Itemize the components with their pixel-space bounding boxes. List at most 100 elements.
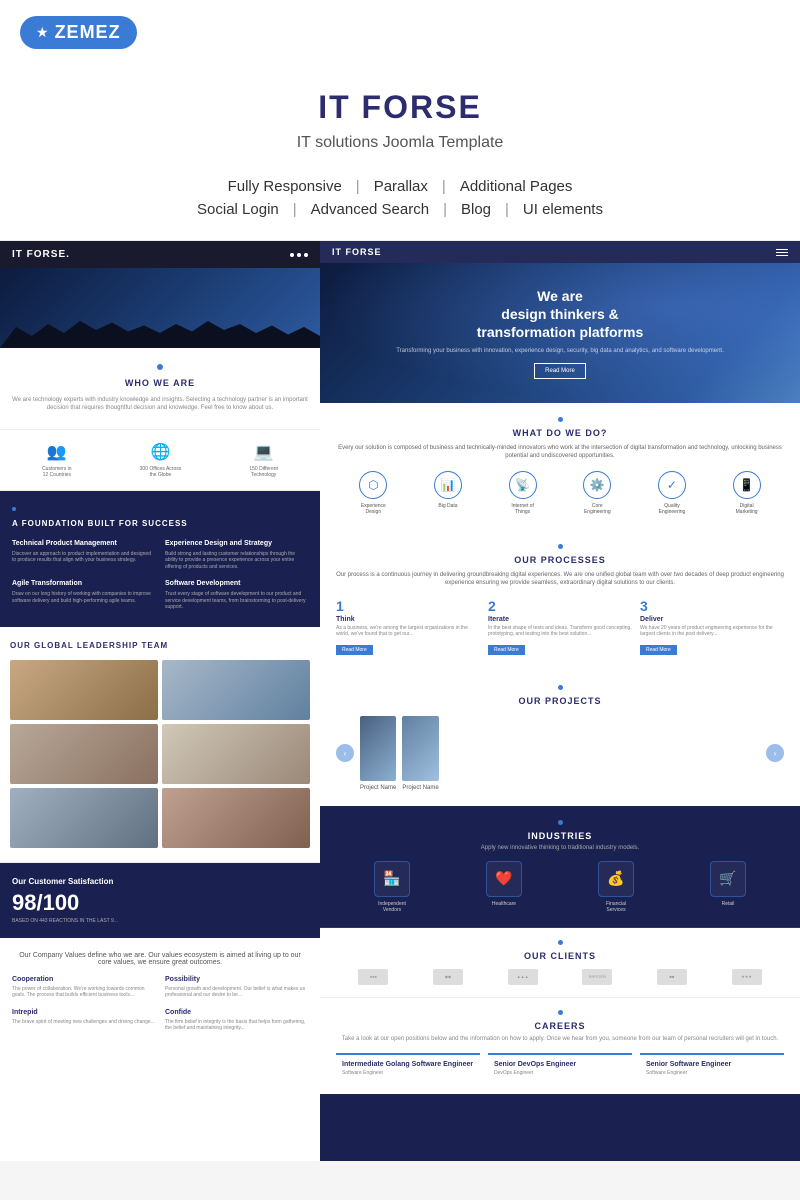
rp-job-senior-sw-sub: Software Engineer: [646, 1070, 778, 1076]
lp-section-dot: [157, 364, 163, 370]
customers-icon: 👥: [42, 442, 71, 462]
core-engineering-icon: ⚙️: [583, 471, 611, 499]
rp-step-iterate-title: Iterate: [488, 616, 632, 623]
features-row-1: Fully Responsive | Parallax | Additional…: [20, 178, 780, 195]
rp-navbar: IT FORSE: [320, 241, 800, 263]
lp-stat-tech: 💻 150 DifferentTechnology: [249, 442, 278, 478]
rp-navbar-logo: IT FORSE: [332, 247, 382, 257]
lp-found-item-1-text: Discover an approach to product implemen…: [12, 551, 155, 564]
lp-value-intrepid-text: The brave spirit of meeting new challeng…: [12, 1019, 155, 1026]
separator-3: |: [293, 201, 297, 218]
ham-line-3: [776, 255, 788, 256]
page-title: IT FORSE: [20, 89, 780, 126]
rp-proc-text: Our process is a continuous journey in d…: [336, 571, 784, 588]
feature-blog[interactable]: Blog: [461, 201, 491, 218]
lp-satisfaction: Our Customer Satisfaction 98/100 BASED O…: [0, 863, 320, 938]
lp-found-item-2: Experience Design and Strategy Build str…: [165, 540, 308, 571]
rp-what-text: Every our solution is composed of busine…: [336, 444, 784, 461]
iot-icon: 📡: [509, 471, 537, 499]
lp-found-item-2-text: Build strong and lasting customer relati…: [165, 551, 308, 571]
rp-proc-steps: 1 Think As a business, we're among the l…: [336, 598, 784, 656]
rp-projects: OUR PROJECTS ‹ Project Name Project Name…: [320, 671, 800, 806]
rp-ind-retail-label: Retail: [710, 901, 746, 907]
rp-ind-financial-label: FinancialServices: [598, 901, 634, 913]
carousel-prev-btn[interactable]: ‹: [336, 744, 354, 762]
logo-icon: ★: [36, 24, 49, 41]
lp-stat-offices-label: 300 Offices Acrossthe Globe: [140, 466, 182, 478]
feature-advanced-search[interactable]: Advanced Search: [311, 201, 429, 218]
rp-ind-vendors-label: IndependentVendors: [374, 901, 410, 913]
feature-social-login[interactable]: Social Login: [197, 201, 279, 218]
lp-value-confide-name: Confide: [165, 1009, 308, 1016]
rp-icon-digital: 📱 DigitalMarketing: [733, 471, 761, 515]
lp-who-title: WHO WE ARE: [12, 378, 308, 388]
hamburger-icon[interactable]: [776, 249, 788, 256]
rp-icon-bigdata: 📊 Big Data: [434, 471, 462, 515]
rp-hero-btn[interactable]: Read More: [534, 363, 586, 379]
lp-found-item-4: Software Development Trust every stage o…: [165, 580, 308, 611]
lp-found-item-1-title: Technical Product Management: [12, 540, 155, 547]
team-photo-2: [162, 660, 310, 720]
feature-ui-elements[interactable]: UI elements: [523, 201, 603, 218]
client-logo-1: ●●●: [358, 969, 388, 985]
lp-value-cooperation: Cooperation The power of collaboration. …: [12, 976, 155, 999]
rp-proj-img-2: [402, 716, 438, 781]
rp-proj-dot: [558, 685, 563, 690]
rp-icon-quality-label: QualityEngineering: [658, 503, 686, 515]
rp-ind-grid: 🏪 IndependentVendors ❤️ Healthcare 💰 Fin…: [336, 861, 784, 913]
rp-step-iterate-btn[interactable]: Read More: [488, 645, 525, 655]
rp-proj-img-1: [360, 716, 396, 781]
rp-ind-text: Apply new innovative thinking to traditi…: [336, 845, 784, 851]
rp-icon-experience-label: ExperienceDesign: [359, 503, 387, 515]
rp-proj-carousel: ‹ Project Name Project Name ›: [336, 716, 784, 791]
rp-job-senior-sw: Senior Software Engineer Software Engine…: [640, 1053, 784, 1082]
rp-step-iterate-text: In the best shape of tests and ideas. Tr…: [488, 625, 632, 638]
rp-step-deliver-btn[interactable]: Read More: [640, 645, 677, 655]
lp-value-cooperation-text: The power of collaboration. We're workin…: [12, 986, 155, 999]
lp-stats: 👥 Customers in12 Countries 🌐 300 Offices…: [0, 430, 320, 491]
lp-value-possibility-name: Possibility: [165, 976, 308, 983]
rp-icon-digital-label: DigitalMarketing: [733, 503, 761, 515]
feature-parallax[interactable]: Parallax: [374, 178, 428, 195]
lp-hero-image: [0, 268, 320, 348]
rp-proc-dot: [558, 544, 563, 549]
rp-icon-engineering-label: CoreEngineering: [583, 503, 611, 515]
rp-what-dot: [558, 417, 563, 422]
rp-ind-financial: 💰 FinancialServices: [598, 861, 634, 913]
offices-icon: 🌐: [140, 442, 182, 462]
carousel-next-btn[interactable]: ›: [766, 744, 784, 762]
lp-found-item-4-title: Software Development: [165, 580, 308, 587]
lp-found-item-1: Technical Product Management Discover an…: [12, 540, 155, 571]
rp-job-devops: Senior DevOps Engineer DevOps Engineer: [488, 1053, 632, 1082]
rp-careers: CAREERS Take a look at our open position…: [320, 998, 800, 1094]
big-data-icon: 📊: [434, 471, 462, 499]
lp-value-confide: Confide The firm belief in integrity is …: [165, 1009, 308, 1032]
rp-proj-title: OUR PROJECTS: [336, 696, 784, 706]
rp-careers-title: CAREERS: [336, 1021, 784, 1031]
team-photo-3: [10, 724, 158, 784]
lp-navbar-logo: IT FORSE.: [12, 249, 70, 260]
team-photo-5: [10, 788, 158, 848]
lp-value-intrepid-name: Intrepid: [12, 1009, 155, 1016]
logo[interactable]: ★ ZEMEZ: [20, 16, 137, 49]
rp-clients: OUR CLIENTS ●●● ◆◆ ▲▲▲ RIPSTER ■■ ★★★: [320, 928, 800, 998]
rp-step-think-text: As a business, we're among the largest o…: [336, 625, 480, 638]
digital-marketing-icon: 📱: [733, 471, 761, 499]
client-logo-5: ■■: [657, 969, 687, 985]
rp-clients-dot: [558, 940, 563, 945]
rp-icon-iot-label: Internet ofThings: [509, 503, 537, 515]
rp-ind-vendors: 🏪 IndependentVendors: [374, 861, 410, 913]
rp-careers-dot: [558, 1010, 563, 1015]
lp-team: OUR GLOBAL LEADERSHIP TEAM: [0, 627, 320, 863]
title-section: IT FORSE IT solutions Joomla Template: [0, 65, 800, 162]
lp-satisfaction-number: 98/100: [12, 890, 308, 916]
lp-team-grid: [10, 660, 310, 848]
lp-nav-dot: [290, 253, 294, 257]
tech-icon: 💻: [249, 442, 278, 462]
features-row-2: Social Login | Advanced Search | Blog | …: [20, 201, 780, 218]
feature-fully-responsive[interactable]: Fully Responsive: [228, 178, 342, 195]
feature-additional-pages[interactable]: Additional Pages: [460, 178, 573, 195]
rp-proj-images: Project Name Project Name: [360, 716, 760, 791]
rp-hero: We aredesign thinkers &transformation pl…: [320, 263, 800, 403]
rp-step-think-btn[interactable]: Read More: [336, 645, 373, 655]
